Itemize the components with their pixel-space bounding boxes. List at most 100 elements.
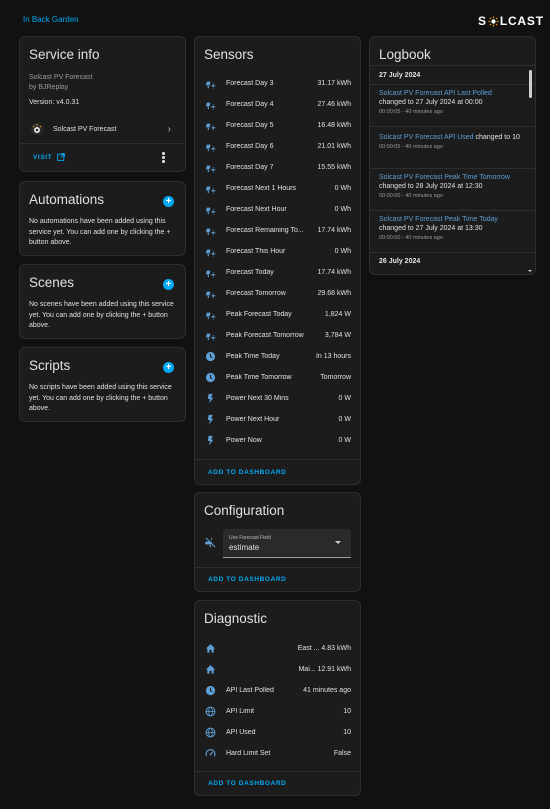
entity-state: 0 W xyxy=(338,437,351,444)
scenes-empty-text: No scenes have been added using this ser… xyxy=(29,301,174,329)
entity-row[interactable]: Peak Forecast Tomorrow 3,784 W xyxy=(195,325,360,346)
entity-row[interactable]: Forecast Tomorrow 29.68 kWh xyxy=(195,283,360,304)
entity-row[interactable]: Forecast Next 1 Hours 0 Wh xyxy=(195,178,360,199)
entity-row[interactable]: Forecast Day 3 31.17 kWh xyxy=(195,73,360,94)
service-author: by BJReplay xyxy=(29,84,69,91)
entity-state: 10 xyxy=(343,708,351,715)
log-time[interactable]: 00:00:00 - 40 minutes ago xyxy=(379,193,523,199)
logbook-card: Logbook 27 July 2024 Solcast PV Forecast… xyxy=(369,36,536,275)
entity-row[interactable]: Forecast Day 7 15.55 kWh xyxy=(195,157,360,178)
configuration-add-to-dashboard-button[interactable]: ADD TO DASHBOARD xyxy=(208,576,286,583)
solar-power-icon xyxy=(198,78,222,89)
log-message: changed to 27 July 2024 at 00:00 xyxy=(379,99,483,106)
log-time[interactable]: 00:00:05 - 40 minutes ago xyxy=(379,144,523,150)
entity-state: 31.17 kWh xyxy=(317,80,351,87)
divider xyxy=(370,252,535,253)
sun-icon xyxy=(488,15,499,27)
solcast-integration-icon xyxy=(31,123,43,135)
log-entity-link[interactable]: Solcast PV Forecast API Used xyxy=(379,134,474,141)
entity-row[interactable]: API Limit 10 xyxy=(195,701,360,722)
forecast-field-label: Use Forecast Field xyxy=(229,535,271,541)
web-icon xyxy=(198,706,222,717)
entity-row[interactable]: Peak Forecast Today 1,824 W xyxy=(195,304,360,325)
visit-label: VISIT xyxy=(33,153,53,161)
log-entity-link[interactable]: Solcast PV Forecast Peak Time Tomorrow xyxy=(379,174,523,181)
solar-power-icon xyxy=(198,288,222,299)
entity-row[interactable]: API Used 10 xyxy=(195,722,360,743)
log-entity-link[interactable]: Solcast PV Forecast API Last Polled xyxy=(379,90,523,97)
entity-name: Forecast Next Hour xyxy=(226,206,287,213)
divider xyxy=(370,126,535,127)
entity-name: Power Now xyxy=(226,437,262,444)
divider xyxy=(370,84,535,85)
breadcrumb-area-link[interactable]: In Back Garden xyxy=(23,15,79,24)
scroll-down-arrow-icon[interactable] xyxy=(528,270,532,272)
open-in-new-icon xyxy=(57,153,66,161)
entity-row[interactable]: Forecast Day 6 21.01 kWh xyxy=(195,136,360,157)
solar-power-icon xyxy=(198,330,222,341)
entity-state: 17.74 kWh xyxy=(317,227,351,234)
entity-name: Forecast Tomorrow xyxy=(226,290,286,297)
chevron-right-icon: › xyxy=(167,123,171,135)
entity-row[interactable]: Peak Time Today In 13 hours xyxy=(195,346,360,367)
entity-row[interactable]: Forecast Remaining To... 17.74 kWh xyxy=(195,220,360,241)
entity-name: Peak Time Today xyxy=(226,353,280,360)
entity-row[interactable]: Forecast Day 4 27.46 kWh xyxy=(195,94,360,115)
entity-row[interactable]: Power Next 30 Mins 0 W xyxy=(195,388,360,409)
divider xyxy=(195,567,360,568)
entity-state: 15.55 kWh xyxy=(317,164,351,171)
add-script-button[interactable]: + xyxy=(163,362,174,373)
log-time[interactable]: 00:00:05 - 40 minutes ago xyxy=(379,109,523,115)
solar-power-icon xyxy=(198,246,222,257)
add-automation-button[interactable]: + xyxy=(163,196,174,207)
divider xyxy=(20,143,185,144)
dropdown-arrow-icon xyxy=(335,541,341,544)
solar-power-icon xyxy=(198,204,222,215)
entity-row[interactable]: Forecast Day 5 16.48 kWh xyxy=(195,115,360,136)
divider xyxy=(370,65,535,66)
more-menu-icon[interactable] xyxy=(162,152,165,163)
divider xyxy=(195,771,360,772)
entity-name: Forecast Next 1 Hours xyxy=(226,185,297,192)
entity-state: 0 W xyxy=(338,416,351,423)
diagnostic-card: Diagnostic East ... 4.83 kWh Mai... 12.91… xyxy=(194,600,361,796)
entity-name: Forecast This Hour xyxy=(226,248,286,255)
entity-row[interactable]: East ... 4.83 kWh xyxy=(195,638,360,659)
entity-row[interactable]: Forecast Next Hour 0 Wh xyxy=(195,199,360,220)
scenes-card: Scenes + No scenes have been added using… xyxy=(19,264,186,339)
entity-state: False xyxy=(333,750,351,757)
entity-row[interactable]: Power Next Hour 0 W xyxy=(195,409,360,430)
logbook-scrollbar[interactable] xyxy=(529,70,532,98)
diagnostic-add-to-dashboard-button[interactable]: ADD TO DASHBOARD xyxy=(208,780,286,787)
add-scene-button[interactable]: + xyxy=(163,279,174,290)
service-info-card: Service info Solcast PV Forecast by BJRe… xyxy=(19,36,186,172)
integration-link[interactable]: Solcast PV Forecast › xyxy=(20,118,185,140)
forecast-field-select[interactable]: Use Forecast Field estimate xyxy=(223,529,351,558)
scripts-empty-text: No scripts have been added using this se… xyxy=(29,384,172,412)
entity-row[interactable]: Mai... 12.91 kWh xyxy=(195,659,360,680)
gauge-icon xyxy=(198,748,222,759)
entity-row[interactable]: API Last Polled 41 minutes ago xyxy=(195,680,360,701)
forecast-field-value: estimate xyxy=(229,543,260,552)
entity-name: API Last Polled xyxy=(226,687,274,694)
entity-row[interactable]: Peak Time Tomorrow Tomorrow xyxy=(195,367,360,388)
entity-row[interactable]: Hard Limit Set False xyxy=(195,743,360,764)
sensors-add-to-dashboard-button[interactable]: ADD TO DASHBOARD xyxy=(208,469,286,476)
log-entity-link[interactable]: Solcast PV Forecast Peak Time Today xyxy=(379,216,523,223)
log-message: changed to 27 July 2024 at 13:30 xyxy=(379,225,483,232)
automations-title: Automations xyxy=(29,192,105,207)
service-version: Version: v4.0.31 xyxy=(29,99,80,106)
log-entry: Solcast PV Forecast Peak Time Tomorrow c… xyxy=(379,174,523,199)
entity-name: Forecast Day 3 xyxy=(226,80,274,87)
entity-row[interactable]: Forecast Today 17.74 kWh xyxy=(195,262,360,283)
log-time[interactable]: 00:00:00 - 40 minutes ago xyxy=(379,235,523,241)
entity-row[interactable]: Forecast This Hour 0 Wh xyxy=(195,241,360,262)
entity-state: 0 Wh xyxy=(334,248,351,255)
flash-icon xyxy=(198,393,222,404)
home-icon xyxy=(198,643,222,654)
visit-button[interactable]: VISIT xyxy=(33,153,66,161)
clock-icon xyxy=(198,685,222,696)
automations-card: Automations + No automations have been a… xyxy=(19,181,186,256)
entity-row[interactable]: Power Now 0 W xyxy=(195,430,360,451)
diagnostic-title: Diagnostic xyxy=(204,611,268,626)
